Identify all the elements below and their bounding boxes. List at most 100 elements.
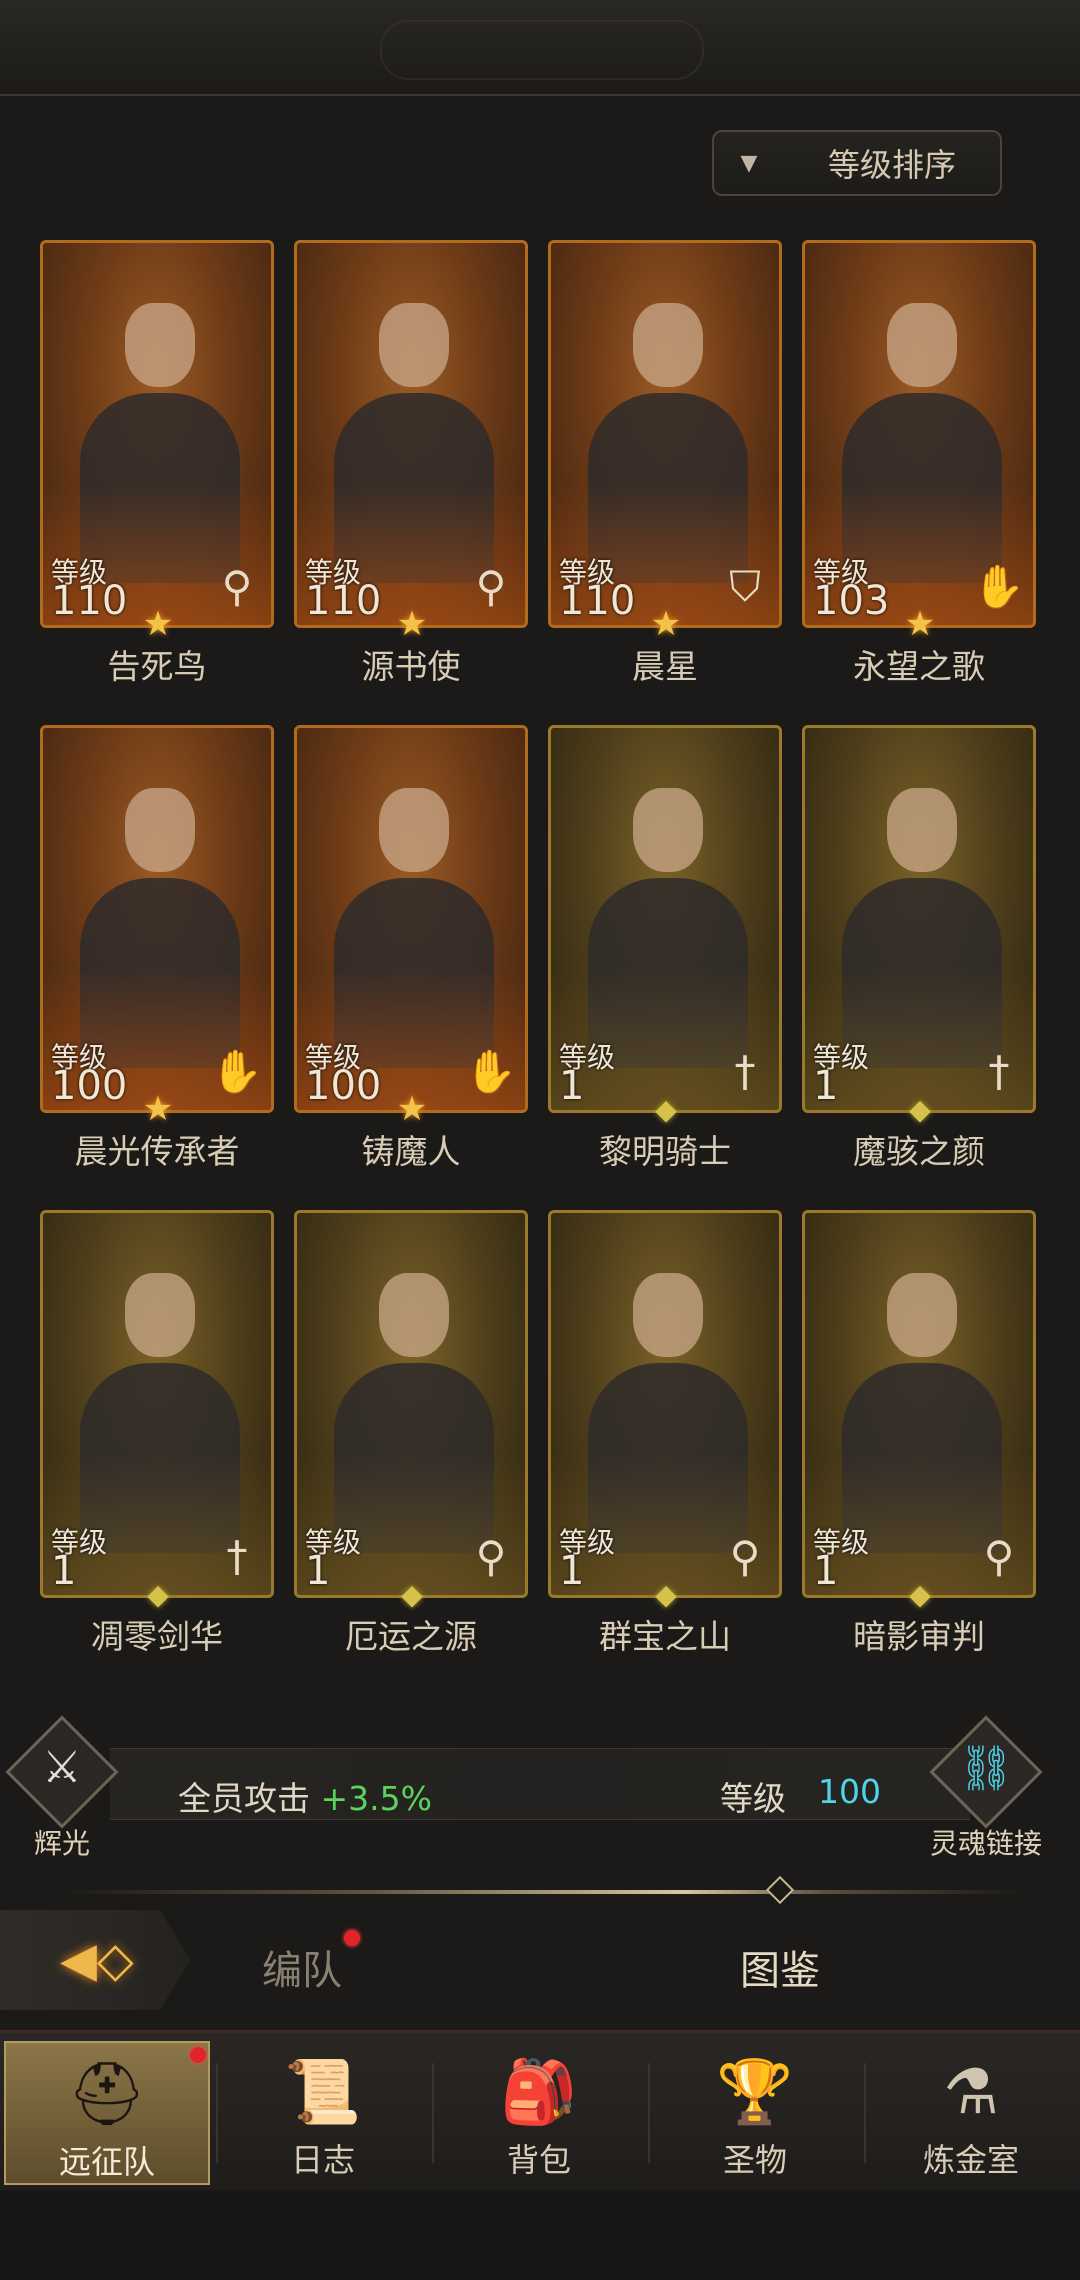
nav-label: 日志 [290,2141,355,2179]
nav-notification-badge [190,2047,206,2063]
hero-card[interactable]: 等级 103 ✋ ★ 永望之歌 [802,240,1036,686]
nav-separator [216,2063,218,2163]
staff-icon: ⚲ [475,1532,507,1581]
soul-level-label: 等级 [720,1779,786,1818]
bottom-strip [0,2190,1080,2280]
hero-level-value: 100 [51,1063,128,1109]
nav-label: 炼金室 [922,2141,1019,2179]
hero-figure [573,283,763,583]
staff-icon: ⚲ [475,562,507,611]
hero-name: 铸魔人 [361,1132,461,1171]
hero-card[interactable]: 等级 1 ⚲ ◆ 暗影审判 [802,1210,1036,1656]
hero-level-value: 1 [559,1063,585,1109]
hero-portrait: 等级 1 ⚲ [548,1210,782,1598]
nav-item-chalice[interactable]: 🏆 圣物 [652,2041,858,2185]
hero-portrait: 等级 103 ✋ [802,240,1036,628]
hero-card[interactable]: 等级 1 † ◆ 凋零剑华 [40,1210,274,1656]
sword-icon: † [226,1532,248,1581]
scroll-icon: 📜 [284,2055,362,2128]
hero-card[interactable]: 等级 110 ⛉ ★ 晨星 [548,240,782,686]
sort-by-level-button[interactable]: ▼ 等级排序 [712,130,1002,196]
top-ornament-band [0,0,1080,96]
hero-figure-head [379,303,449,387]
hero-card[interactable]: 等级 110 ⚲ ★ 告死鸟 [40,240,274,686]
hero-figure [65,283,255,583]
rank-diamond-icon: ◆ [655,1092,677,1126]
hero-figure [827,1253,1017,1553]
team-attack-label: 全员攻击 [178,1779,310,1818]
hero-card[interactable]: 等级 100 ✋ ★ 铸魔人 [294,725,528,1171]
hero-figure [573,768,763,1068]
hero-card[interactable]: 等级 1 ⚲ ◆ 群宝之山 [548,1210,782,1656]
chalice-icon: 🏆 [716,2055,794,2128]
hero-figure [573,1253,763,1553]
radiance-emblem[interactable]: ⚔ 辉光 [5,1715,119,1860]
nav-item-scroll[interactable]: 📜 日志 [220,2041,426,2185]
hero-level-value: 1 [305,1548,331,1594]
rank-diamond-icon: ◆ [909,1092,931,1126]
soul-level-value: 100 [818,1772,881,1811]
hero-name: 永望之歌 [853,647,985,686]
hero-portrait: 等级 1 ⚲ [294,1210,528,1598]
rank-diamond-icon: ◆ [909,1577,931,1611]
hero-portrait: 等级 100 ✋ [294,725,528,1113]
hand-icon: ✋ [210,1047,264,1096]
bag-icon: 🎒 [500,2055,578,2128]
nav-item-helmet[interactable]: ⛑ 远征队 [4,2041,210,2185]
team-attack-bonus: 全员攻击 +3.5% [178,1772,432,1820]
hand-icon: ✋ [464,1047,518,1096]
hero-name: 厄运之源 [345,1617,477,1656]
team-attack-value: +3.5% [320,1779,433,1818]
hero-portrait: 等级 1 ⚲ [802,1210,1036,1598]
chain-link-icon: ⛓ [958,1743,1014,1794]
hero-card[interactable]: 等级 1 † ◆ 魔骇之颜 [802,725,1036,1171]
hero-figure-head [887,303,957,387]
hero-figure-head [633,788,703,872]
hero-level-value: 1 [51,1548,77,1594]
back-button[interactable]: ◀◇ [0,1910,190,2010]
rank-star-icon: ★ [142,604,174,644]
hero-figure-head [633,303,703,387]
hero-card[interactable]: 等级 1 ⚲ ◆ 厄运之源 [294,1210,528,1656]
hero-level-value: 1 [813,1063,839,1109]
rank-star-icon: ★ [904,604,936,644]
tab-codex[interactable]: 图鉴 [740,1938,820,1996]
nav-item-alchemy[interactable]: ⚗ 炼金室 [868,2041,1074,2185]
hero-card[interactable]: 等级 100 ✋ ★ 晨光传承者 [40,725,274,1171]
hero-portrait: 等级 110 ⚲ [40,240,274,628]
hero-level-value: 110 [51,578,128,624]
hero-figure-head [379,788,449,872]
nav-label: 圣物 [722,2141,787,2179]
hero-portrait: 等级 100 ✋ [40,725,274,1113]
nav-label: 背包 [506,2141,571,2179]
arrow-left-icon: ◀◇ [60,1932,134,1988]
tab-formation[interactable]: 编队 [262,1938,342,1996]
staff-icon: ⚲ [221,562,253,611]
rank-star-icon: ★ [396,1089,428,1129]
hero-figure [827,768,1017,1068]
hero-level-value: 110 [305,578,382,624]
rank-diamond-icon: ◆ [655,1577,677,1611]
hero-level-value: 100 [305,1063,382,1109]
staff-icon: ⚲ [983,1532,1015,1581]
hero-figure [65,1253,255,1553]
rank-star-icon: ★ [142,1089,174,1129]
hero-level-value: 103 [813,578,890,624]
soul-link-emblem[interactable]: ⛓ 灵魂链接 [929,1715,1043,1860]
hero-card[interactable]: 等级 1 † ◆ 黎明骑士 [548,725,782,1171]
sword-emblem-icon: ⚔ [42,1742,82,1793]
hero-figure [827,283,1017,583]
shield-icon: ⛉ [729,562,761,611]
rank-diamond-icon: ◆ [401,1577,423,1611]
nav-separator [432,2063,434,2163]
sword-icon: † [734,1047,756,1096]
hero-card[interactable]: 等级 110 ⚲ ★ 源书使 [294,240,528,686]
hero-portrait: 等级 1 † [802,725,1036,1113]
hero-figure-head [379,1273,449,1357]
sort-label: 等级排序 [827,146,956,184]
hero-name: 告死鸟 [107,647,207,686]
nav-item-bag[interactable]: 🎒 背包 [436,2041,642,2185]
hero-portrait: 等级 1 † [548,725,782,1113]
hero-level-value: 1 [813,1548,839,1594]
hero-name: 源书使 [361,647,461,686]
